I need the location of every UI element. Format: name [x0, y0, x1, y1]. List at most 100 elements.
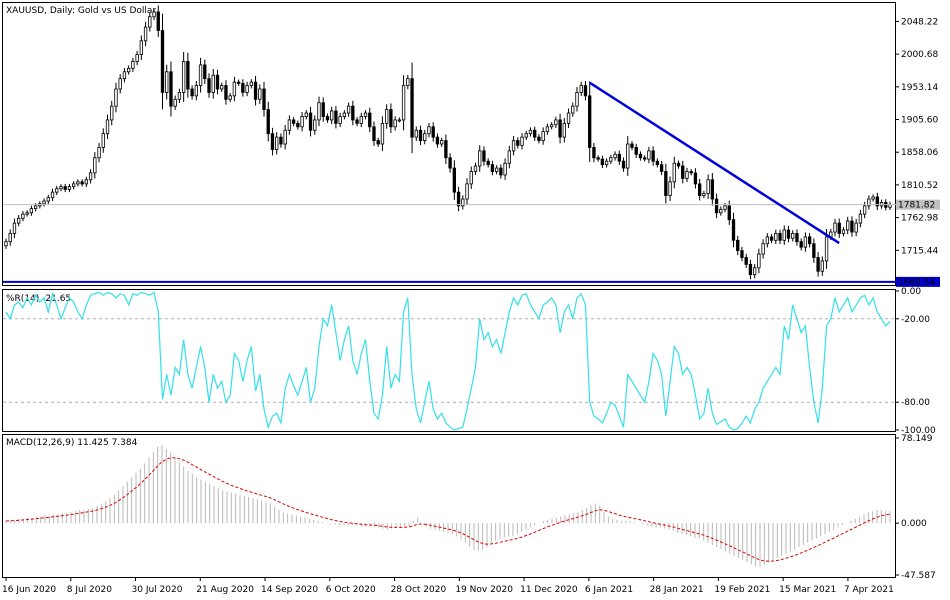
candle-up: [719, 208, 723, 214]
candle-up: [478, 150, 482, 167]
candle-up: [29, 208, 34, 214]
candle-down: [850, 220, 854, 233]
candle-down: [266, 109, 270, 135]
candle-up: [17, 217, 21, 224]
time-tick-label: 6 Oct 2020: [326, 585, 376, 595]
candle-down: [190, 88, 194, 97]
macd-tick-label: 0.000: [901, 519, 927, 529]
candle-down: [308, 112, 313, 131]
candle-up: [245, 85, 249, 93]
candle-down: [486, 160, 490, 166]
candle-up: [148, 16, 152, 28]
candle-up: [439, 140, 444, 145]
candle-down: [533, 129, 537, 138]
candle-down: [634, 147, 638, 155]
time-tick-label: 6 Jan 2021: [585, 585, 633, 595]
candle-up: [4, 241, 8, 247]
candle-up: [871, 196, 875, 200]
candle-down: [418, 129, 423, 141]
candle-down: [837, 222, 841, 234]
candle-down: [334, 110, 338, 124]
candle-up: [283, 129, 287, 145]
candle-down: [693, 172, 698, 185]
candle-up: [181, 61, 186, 93]
time-tick-label: 14 Sep 2020: [261, 585, 318, 595]
candle-down: [651, 150, 655, 162]
candle-down: [748, 263, 753, 276]
candle-up: [854, 222, 858, 233]
candle-down: [558, 119, 562, 138]
candle-down: [499, 167, 503, 176]
macd-title: MACD(12,26,9) 11.425 7.384: [6, 438, 138, 448]
candle-up: [846, 220, 850, 231]
price-tick-label: 1953.14: [901, 83, 938, 93]
candle-up: [287, 119, 292, 131]
candle-up: [330, 110, 334, 121]
candle-up: [101, 133, 105, 148]
candle-up: [752, 267, 757, 276]
macd-tick-label: -47.587: [901, 571, 936, 581]
candle-down: [537, 136, 541, 141]
candle-down: [236, 81, 241, 84]
candle-up: [338, 116, 342, 124]
candle-down: [431, 126, 435, 138]
candle-down: [621, 160, 626, 169]
time-tick-label: 28 Jan 2021: [650, 585, 704, 595]
candle-up: [25, 212, 29, 215]
macd-axis: 78.149 0.000 -47.587: [895, 434, 936, 581]
candle-up: [59, 186, 63, 190]
candle-up: [105, 119, 110, 135]
candle-up: [507, 150, 511, 164]
candle-up: [668, 181, 672, 196]
candle-up: [858, 213, 863, 224]
candle-up: [249, 81, 253, 86]
candle-up: [723, 205, 727, 210]
candle-up: [363, 112, 368, 117]
candle-down: [63, 186, 67, 190]
candle-down: [697, 183, 702, 196]
candle-up: [346, 105, 351, 114]
price-tick-label: 1762.98: [901, 214, 938, 224]
candle-up: [782, 229, 786, 241]
candle-up: [33, 205, 38, 210]
candle-down: [807, 236, 812, 245]
candle-up: [313, 119, 317, 131]
time-axis: 16 Jun 2020 8 Jul 2020 30 Jul 2020 21 Aug 2…: [2, 577, 894, 595]
candle-down: [351, 105, 355, 121]
candle-down: [812, 243, 816, 258]
macd-tick-label: 78.149: [901, 434, 933, 444]
candle-up: [757, 253, 761, 269]
candle-up: [46, 197, 50, 202]
candle-up: [220, 85, 224, 90]
candle-down: [630, 143, 634, 148]
candle-up: [135, 54, 139, 62]
candle-down: [786, 229, 791, 239]
wpr-tick-label: 0.00: [901, 287, 921, 297]
candle-up: [139, 40, 144, 55]
candle-up: [8, 233, 12, 243]
candle-up: [126, 67, 131, 73]
candle-down: [655, 160, 660, 166]
candle-up: [520, 136, 524, 146]
candle-down: [160, 30, 165, 93]
candle-up: [300, 116, 304, 128]
candle-down: [355, 119, 359, 124]
candle-up: [177, 92, 182, 100]
candle-down: [207, 78, 211, 93]
candle-down: [676, 162, 681, 167]
candle-up: [110, 105, 114, 121]
candle-up: [511, 140, 516, 152]
candle-up: [820, 260, 824, 272]
candle-up: [21, 213, 25, 219]
candle-up: [12, 222, 17, 234]
candle-up: [524, 133, 528, 138]
candle-down: [410, 78, 414, 138]
candle-down: [215, 74, 220, 90]
wpr-tick-label: -80.00: [901, 398, 930, 408]
candle-up: [122, 71, 127, 80]
price-tick-label: 2048.22: [901, 17, 938, 27]
candle-up: [401, 85, 406, 121]
candle-up: [824, 236, 829, 262]
candle-down: [710, 179, 715, 200]
candle-up: [626, 143, 630, 169]
